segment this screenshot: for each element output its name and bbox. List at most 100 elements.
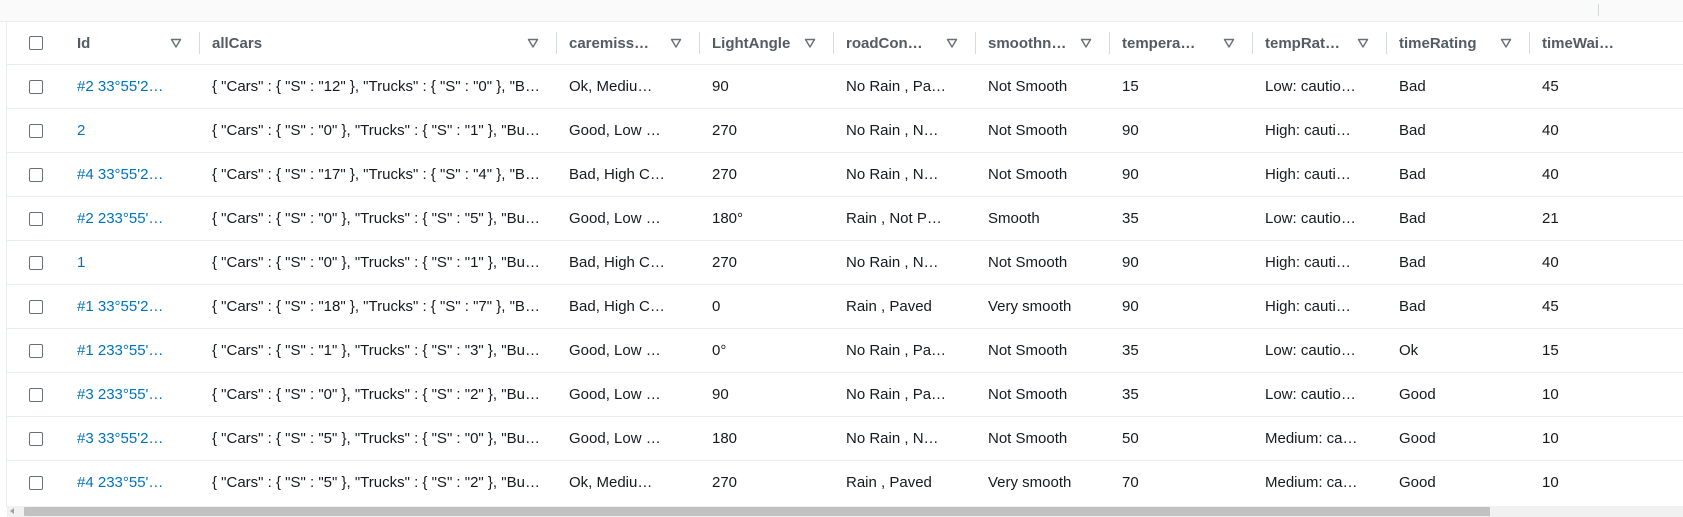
cell-value: Ok, Mediu… <box>569 78 653 95</box>
cell-value: Low: cautio… <box>1265 78 1356 95</box>
cell-roadcon: No Rain , N… <box>834 152 976 197</box>
table-row[interactable]: #3 33°55'2… { "Cars" : { "S" : "5" }, "Tr… <box>7 416 1683 461</box>
column-header-timewai[interactable]: timeWai… <box>1530 22 1683 65</box>
cell-id: 2 <box>65 108 200 153</box>
cell-value: Not Smooth <box>988 430 1068 447</box>
cell-smoothn: Smooth <box>976 196 1110 241</box>
cell-timewai: 10 <box>1530 372 1683 417</box>
select-all-checkbox[interactable] <box>29 36 43 50</box>
cell-timerating: Good <box>1387 416 1530 461</box>
row-checkbox[interactable] <box>29 79 43 94</box>
cell-value: 50 <box>1122 430 1139 447</box>
cell-value: 45 <box>1542 298 1559 315</box>
table-row[interactable]: #2 233°55'… { "Cars" : { "S" : "0" }, "Tr… <box>7 196 1683 241</box>
cell-value: 10 <box>1542 430 1559 447</box>
cell-value: 40 <box>1542 254 1559 271</box>
cell-value: No Rain , Pa… <box>846 78 947 95</box>
sort-down-icon[interactable] <box>1357 37 1369 49</box>
id-link[interactable]: #4 233°55'… <box>65 474 200 491</box>
cell-tempera: 90 <box>1110 240 1253 285</box>
id-link[interactable]: 1 <box>65 254 200 271</box>
cell-value: 90 <box>712 78 729 95</box>
row-checkbox[interactable] <box>29 167 43 182</box>
id-link[interactable]: #1 33°55'2… <box>65 298 200 315</box>
cell-value: Good, Low … <box>569 210 661 227</box>
cell-timewai: 40 <box>1530 240 1683 285</box>
id-link[interactable]: #3 33°55'2… <box>65 430 200 447</box>
sort-down-icon[interactable] <box>527 37 539 49</box>
cell-value: No Rain , N… <box>846 166 939 183</box>
cell-id: #2 33°55'2… <box>65 64 200 109</box>
column-header-label: roadCon… <box>846 34 923 52</box>
scrollbar-thumb[interactable] <box>24 507 1490 516</box>
cell-id: #1 33°55'2… <box>65 284 200 329</box>
id-link[interactable]: #2 233°55'… <box>65 210 200 227</box>
cell-smoothn: Not Smooth <box>976 240 1110 285</box>
data-table-viewport[interactable]: Id allCars caremiss… LightAngle roadCon… smoo… <box>7 22 1683 506</box>
cell-timewai: 45 <box>1530 64 1683 109</box>
column-header-label: tempera… <box>1122 34 1196 52</box>
sort-down-icon[interactable] <box>1223 37 1235 49</box>
cell-smoothn: Not Smooth <box>976 64 1110 109</box>
row-checkbox[interactable] <box>29 387 43 402</box>
column-header-allcars[interactable]: allCars <box>200 22 557 65</box>
table-row[interactable]: #4 233°55'… { "Cars" : { "S" : "5" }, "Tr… <box>7 461 1683 505</box>
id-link[interactable]: 2 <box>65 122 200 139</box>
table-row[interactable]: 2 { "Cars" : { "S" : "0" }, "Trucks" : { … <box>7 108 1683 153</box>
cell-tempera: 35 <box>1110 372 1253 417</box>
cell-value: 35 <box>1122 210 1139 227</box>
table-row[interactable]: #1 233°55'… { "Cars" : { "S" : "1" }, "Tr… <box>7 328 1683 373</box>
column-header-smoothn[interactable]: smoothn… <box>976 22 1110 65</box>
cell-value: No Rain , Pa… <box>846 342 947 359</box>
row-checkbox[interactable] <box>29 475 43 490</box>
table-row[interactable]: #2 33°55'2… { "Cars" : { "S" : "12" }, "T… <box>7 64 1683 109</box>
sort-down-icon[interactable] <box>1500 37 1512 49</box>
cell-roadcon: No Rain , N… <box>834 416 976 461</box>
column-header-tempera[interactable]: tempera… <box>1110 22 1253 65</box>
sort-down-icon[interactable] <box>170 37 182 49</box>
cell-smoothn: Not Smooth <box>976 328 1110 373</box>
column-header-lightangle[interactable]: LightAngle <box>700 22 834 65</box>
table-row[interactable]: #3 233°55'… { "Cars" : { "S" : "0" }, "Tr… <box>7 372 1683 417</box>
row-checkbox[interactable] <box>29 255 43 270</box>
cell-temprat: Low: cautio… <box>1253 328 1387 373</box>
column-header-roadcon[interactable]: roadCon… <box>834 22 976 65</box>
row-checkbox[interactable] <box>29 431 43 446</box>
table-top-bar <box>0 0 1683 22</box>
row-checkbox[interactable] <box>29 211 43 226</box>
column-header-timerating[interactable]: timeRating <box>1387 22 1530 65</box>
row-checkbox[interactable] <box>29 123 43 138</box>
horizontal-scrollbar[interactable] <box>7 506 1683 517</box>
sort-down-icon[interactable] <box>1080 37 1092 49</box>
row-checkbox[interactable] <box>29 343 43 358</box>
cell-tempera: 35 <box>1110 328 1253 373</box>
scroll-left-icon[interactable] <box>10 508 14 514</box>
cell-temprat: High: cauti… <box>1253 240 1387 285</box>
row-checkbox[interactable] <box>29 299 43 314</box>
cell-value: { "Cars" : { "S" : "5" }, "Trucks" : { "… <box>212 474 548 492</box>
cell-value: 270 <box>712 166 738 183</box>
id-link[interactable]: #2 33°55'2… <box>65 78 200 95</box>
cell-value: 90 <box>1122 166 1139 183</box>
table-body: #2 33°55'2… { "Cars" : { "S" : "12" }, "T… <box>7 64 1683 505</box>
column-header-temprat[interactable]: tempRat… <box>1253 22 1387 65</box>
cell-allcars: { "Cars" : { "S" : "17" }, "Trucks" : { … <box>200 152 557 197</box>
table-row[interactable]: #4 33°55'2… { "Cars" : { "S" : "17" }, "T… <box>7 152 1683 197</box>
id-link[interactable]: #4 33°55'2… <box>65 166 200 183</box>
id-link[interactable]: #1 233°55'… <box>65 342 200 359</box>
sort-down-icon[interactable] <box>946 37 958 49</box>
sort-down-icon[interactable] <box>670 37 682 49</box>
cell-value: { "Cars" : { "S" : "0" }, "Trucks" : { "… <box>212 386 548 403</box>
cell-id: #4 33°55'2… <box>65 152 200 197</box>
table-row[interactable]: 1 { "Cars" : { "S" : "0" }, "Trucks" : { … <box>7 240 1683 285</box>
sort-down-icon[interactable] <box>804 37 816 49</box>
cell-tempera: 50 <box>1110 416 1253 461</box>
cell-smoothn: Very smooth <box>976 284 1110 329</box>
column-header-caremiss[interactable]: caremiss… <box>557 22 700 65</box>
table-row[interactable]: #1 33°55'2… { "Cars" : { "S" : "18" }, "T… <box>7 284 1683 329</box>
id-link[interactable]: #3 233°55'… <box>65 386 200 403</box>
cell-roadcon: Rain , Paved <box>834 284 976 329</box>
data-table: Id allCars caremiss… LightAngle roadCon… smoo… <box>7 22 1683 505</box>
column-header-id[interactable]: Id <box>65 22 200 65</box>
top-bar-divider <box>1598 4 1599 16</box>
